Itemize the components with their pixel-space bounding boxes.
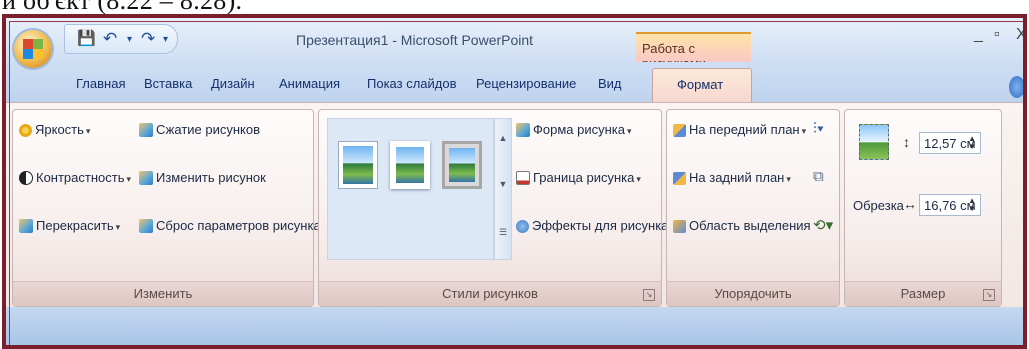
office-logo-icon [23, 49, 33, 59]
office-button[interactable] [14, 30, 52, 68]
inner-frame-border [9, 21, 1023, 345]
powerpoint-window: 💾 ↶ ▾ ↷ ▾ Презентация1 - Microsoft Power… [2, 14, 1027, 349]
office-logo-icon [23, 39, 33, 49]
office-logo-icon [33, 39, 43, 49]
office-logo-icon [33, 49, 43, 59]
